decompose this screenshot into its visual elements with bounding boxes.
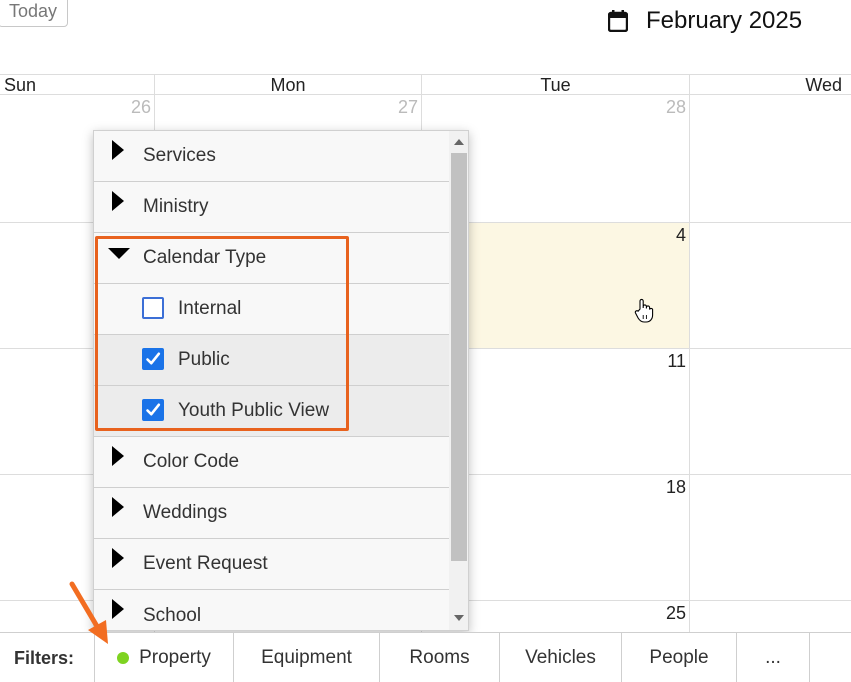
filter-group-label: Calendar Type	[143, 247, 267, 268]
filter-group-label: School	[143, 604, 202, 626]
today-button[interactable]: Today	[0, 0, 68, 27]
filter-option-label: Youth Public View	[178, 400, 330, 421]
filter-group-calendar-type[interactable]: Calendar Type	[94, 233, 449, 284]
checkbox-unchecked[interactable]	[142, 297, 164, 319]
filter-option-public[interactable]: Public	[94, 335, 449, 386]
scrollbar-thumb[interactable]	[451, 153, 467, 561]
hand-cursor-icon	[634, 298, 654, 324]
collapse-arrow-icon[interactable]	[108, 248, 130, 259]
filter-tab-label: Equipment	[261, 647, 352, 668]
day-number[interactable]: 26	[111, 97, 151, 118]
filter-option-internal[interactable]: Internal	[94, 284, 449, 335]
filter-tab-vehicles[interactable]: Vehicles	[500, 633, 622, 682]
filter-group-label: Ministry	[143, 196, 209, 217]
filter-tab-label: People	[649, 647, 709, 668]
filter-group-services[interactable]: Services	[94, 131, 449, 182]
filter-tab-label: Rooms	[409, 647, 470, 668]
filter-group-ministry[interactable]: Ministry	[94, 182, 449, 233]
filter-group-label: Event Request	[143, 553, 268, 574]
day-number[interactable]: 28	[646, 97, 686, 118]
filter-tab-label: Property	[139, 647, 211, 668]
filter-option-label: Internal	[178, 298, 242, 319]
filter-dropdown[interactable]: Services Ministry Calendar Type Internal…	[93, 130, 469, 631]
filter-group-color-code[interactable]: Color Code	[94, 437, 449, 488]
grid-line	[689, 74, 690, 634]
filter-group-event-request[interactable]: Event Request	[94, 539, 449, 590]
month-title: February 2025	[607, 6, 803, 36]
day-number[interactable]: 27	[378, 97, 418, 118]
day-header-sun: Sun	[0, 74, 154, 95]
checkbox-checked[interactable]	[142, 399, 164, 421]
dropdown-scrollbar[interactable]	[449, 131, 468, 630]
filter-group-label: Weddings	[143, 502, 228, 523]
filter-option-label: Public	[178, 349, 230, 370]
day-number[interactable]: 25	[646, 603, 686, 624]
filter-group-weddings[interactable]: Weddings	[94, 488, 449, 539]
day-number[interactable]: 18	[646, 477, 686, 498]
month-title-text: February 2025	[646, 7, 803, 34]
expand-arrow-icon[interactable]	[112, 497, 124, 517]
annotation-arrow-icon	[64, 578, 124, 648]
scroll-down-icon[interactable]	[454, 615, 464, 621]
filter-group-school[interactable]: School	[94, 590, 449, 630]
filter-tab-equipment[interactable]: Equipment	[234, 633, 380, 682]
active-dot-icon	[117, 652, 130, 664]
day-header-mon: Mon	[154, 74, 422, 95]
filter-option-youth-public-view[interactable]: Youth Public View	[94, 386, 449, 437]
filter-tab-people[interactable]: People	[622, 633, 737, 682]
day-header-wed: Wed	[689, 74, 851, 95]
day-number[interactable]: 4	[646, 225, 686, 246]
filter-tab-label: ...	[765, 647, 781, 668]
filters-bar: Filters: Property Equipment Rooms Vehicl…	[0, 632, 851, 682]
checkbox-checked[interactable]	[142, 348, 164, 370]
day-header-tue: Tue	[422, 74, 689, 95]
filter-tab-more[interactable]: ...	[737, 633, 810, 682]
filter-tab-rooms[interactable]: Rooms	[380, 633, 500, 682]
day-number[interactable]: 11	[646, 351, 686, 372]
filter-tab-label: Vehicles	[525, 647, 596, 668]
filter-group-label: Color Code	[143, 451, 240, 472]
calendar-icon[interactable]	[607, 10, 629, 33]
expand-arrow-icon[interactable]	[112, 446, 124, 466]
scroll-up-icon[interactable]	[454, 139, 464, 145]
expand-arrow-icon[interactable]	[112, 548, 124, 568]
expand-arrow-icon[interactable]	[112, 140, 124, 160]
expand-arrow-icon[interactable]	[112, 191, 124, 211]
filter-group-label: Services	[143, 145, 216, 166]
